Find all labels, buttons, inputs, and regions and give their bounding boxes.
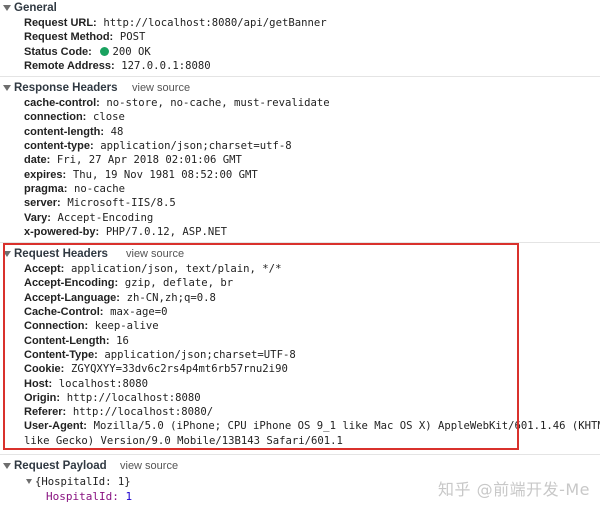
response-header-row: date: Fri, 27 Apr 2018 02:01:06 GMT <box>0 153 600 167</box>
general-row: Request URL: http://localhost:8080/api/g… <box>0 16 600 30</box>
expand-triangle-icon[interactable] <box>26 479 32 485</box>
header-value: Thu, 19 Nov 1981 08:52:00 GMT <box>72 168 258 181</box>
header-value: Microsoft-IIS/8.5 <box>67 197 176 210</box>
remote-address-key: Remote Address: <box>24 59 115 72</box>
request-payload-title: Request Payload <box>14 460 107 473</box>
divider <box>0 76 600 78</box>
response-header-row: x-powered-by: PHP/7.0.12, ASP.NET <box>0 225 600 239</box>
header-key: Vary: <box>24 211 51 224</box>
highlight-box <box>3 243 519 450</box>
response-header-row: connection: close <box>0 110 600 124</box>
response-header-row: content-type: application/json;charset=u… <box>0 139 600 153</box>
collapse-triangle-icon[interactable] <box>3 85 11 92</box>
general-title: General <box>14 2 57 14</box>
header-value: no-store, no-cache, must-revalidate <box>106 97 330 110</box>
response-header-row: Vary: Accept-Encoding <box>0 211 600 225</box>
header-key: connection: <box>24 111 87 124</box>
response-view-source-link[interactable]: view source <box>132 80 190 96</box>
general-header[interactable]: General <box>0 0 600 16</box>
response-headers-header[interactable]: Response Headers view source <box>0 80 600 96</box>
response-headers-section: Response Headers view source cache-contr… <box>0 80 600 239</box>
payload-view-source-link[interactable]: view source <box>120 458 178 474</box>
response-header-row: pragma: no-cache <box>0 182 600 196</box>
header-value: Accept-Encoding <box>57 211 154 224</box>
header-value: close <box>92 111 125 124</box>
header-value: PHP/7.0.12, ASP.NET <box>105 225 227 238</box>
header-value: no-cache <box>74 182 126 195</box>
header-key: date: <box>24 154 51 167</box>
response-headers-title: Response Headers <box>14 82 118 95</box>
request-method-value: POST <box>119 31 146 44</box>
status-code-key: Status Code: <box>24 45 92 58</box>
response-header-row: content-length: 48 <box>0 125 600 139</box>
header-key: server: <box>24 197 61 210</box>
header-key: pragma: <box>24 182 68 195</box>
header-key: expires: <box>24 168 67 181</box>
payload-value: 1 <box>125 490 133 504</box>
request-url-key: Request URL: <box>24 17 97 29</box>
general-row: Request Method: POST <box>0 30 600 44</box>
response-header-row: server: Microsoft-IIS/8.5 <box>0 196 600 210</box>
collapse-triangle-icon[interactable] <box>3 5 11 11</box>
status-code-value: 200 OK <box>112 45 151 58</box>
request-method-key: Request Method: <box>24 31 114 44</box>
header-value: Fri, 27 Apr 2018 02:01:06 GMT <box>56 154 242 167</box>
request-payload-header[interactable]: Request Payload view source <box>0 458 600 474</box>
response-header-row: expires: Thu, 19 Nov 1981 08:52:00 GMT <box>0 168 600 182</box>
header-key: cache-control: <box>24 97 100 110</box>
header-value: application/json;charset=utf-8 <box>100 140 292 153</box>
general-section: General Request URL: http://localhost:80… <box>0 0 600 73</box>
response-header-row: cache-control: no-store, no-cache, must-… <box>0 96 600 110</box>
payload-summary: {HospitalId: 1} <box>35 476 131 489</box>
header-key: content-type: <box>24 140 94 153</box>
header-key: x-powered-by: <box>24 225 100 238</box>
payload-key: HospitalId: <box>46 490 119 504</box>
watermark: 知乎 @前端开发-Me <box>437 480 590 499</box>
divider <box>0 454 600 456</box>
header-key: content-length: <box>24 125 105 138</box>
collapse-triangle-icon[interactable] <box>3 463 11 470</box>
request-url-value: http://localhost:8080/api/getBanner <box>103 17 327 29</box>
general-row: Status Code: 200 OK <box>0 45 600 59</box>
status-ok-icon <box>100 46 110 56</box>
general-row: Remote Address: 127.0.0.1:8080 <box>0 59 600 73</box>
header-value: 48 <box>110 125 124 138</box>
remote-address-value: 127.0.0.1:8080 <box>121 59 211 72</box>
